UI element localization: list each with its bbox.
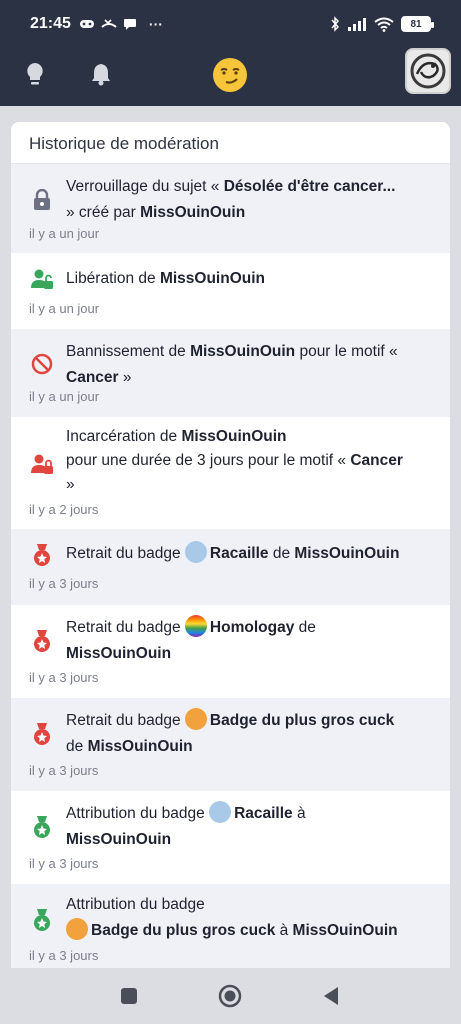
- timestamp: il y a 3 jours: [29, 763, 99, 778]
- lightbulb-icon[interactable]: [20, 59, 50, 89]
- medal-add-icon: [29, 814, 55, 840]
- timestamp: il y a un jour: [29, 226, 100, 241]
- user-unlock-icon: [29, 266, 55, 292]
- signal-icon: [348, 18, 366, 31]
- user-lock-icon: [29, 451, 55, 477]
- cuck-badge-icon: [184, 708, 207, 730]
- lock-icon: [29, 187, 55, 213]
- message-icon: [123, 18, 136, 30]
- dragon-avatar-icon: [410, 53, 446, 89]
- medal-remove-icon: [29, 628, 55, 654]
- medal-remove-icon: [29, 721, 55, 747]
- home-button[interactable]: [218, 984, 242, 1008]
- timestamp: il y a 3 jours: [29, 670, 99, 685]
- notification-bell-icon[interactable]: [86, 59, 116, 89]
- user-avatar[interactable]: [405, 48, 451, 94]
- panel-title: Historique de modération: [11, 122, 450, 164]
- list-item: Retrait du badge Homologay de MissOuinOui…: [11, 605, 450, 698]
- top-navigation: [0, 48, 461, 106]
- square-icon: [121, 988, 137, 1004]
- list-item: Attribution du badge Racaille à MissOuinO…: [11, 791, 450, 884]
- medal-remove-icon: [29, 542, 55, 568]
- battery-icon: 81: [401, 16, 434, 32]
- timestamp: il y a 3 jours: [29, 856, 99, 871]
- wifi-icon: [374, 17, 394, 32]
- moderation-history-panel: Historique de modération Verrouillage du…: [11, 122, 450, 974]
- timestamp: il y a 2 jours: [29, 502, 99, 517]
- status-time: 21:45: [30, 15, 71, 32]
- missed-call-icon: [101, 19, 117, 28]
- list-item: Verrouillage du sujet « Désolée d'être c…: [11, 164, 450, 253]
- timestamp: il y a 3 jours: [29, 576, 99, 591]
- bluetooth-icon: [331, 16, 340, 32]
- list-item: Retrait du badge Badge du plus gros cuck…: [11, 698, 450, 791]
- medal-add-icon: [29, 907, 55, 933]
- racaille-badge-icon: [209, 801, 232, 823]
- list-item: Bannissement de MissOuinOuin pour le mot…: [11, 329, 450, 417]
- smirk-emoji-icon[interactable]: [211, 56, 249, 94]
- timestamp: il y a un jour: [29, 301, 100, 316]
- back-button[interactable]: [319, 984, 343, 1008]
- gamepad-icon: [79, 20, 94, 28]
- timestamp: il y a un jour: [29, 389, 100, 404]
- list-item: Attribution du badge Badge du plus gros c…: [11, 884, 450, 974]
- cuck-badge-icon: [66, 918, 88, 940]
- timestamp: il y a 3 jours: [29, 948, 99, 963]
- list-item: Retrait du badge Racaille de MissOuinOui…: [11, 529, 450, 605]
- status-bar: 21:45 ··· 81: [0, 0, 461, 48]
- triangle-back-icon: [324, 987, 338, 1005]
- ban-icon: [29, 351, 55, 377]
- list-item: Incarcération de MissOuinOuin pour une du…: [29, 428, 403, 517]
- list-item: Libération de MissOuinOuin il y a un jou…: [11, 253, 450, 329]
- system-navigation-bar: [0, 968, 461, 1024]
- homologay-badge-icon: [184, 615, 207, 637]
- recents-button[interactable]: [117, 984, 141, 1008]
- circle-icon: [218, 984, 242, 1008]
- racaille-badge-icon: [184, 541, 207, 563]
- more-dots: ···: [148, 16, 163, 32]
